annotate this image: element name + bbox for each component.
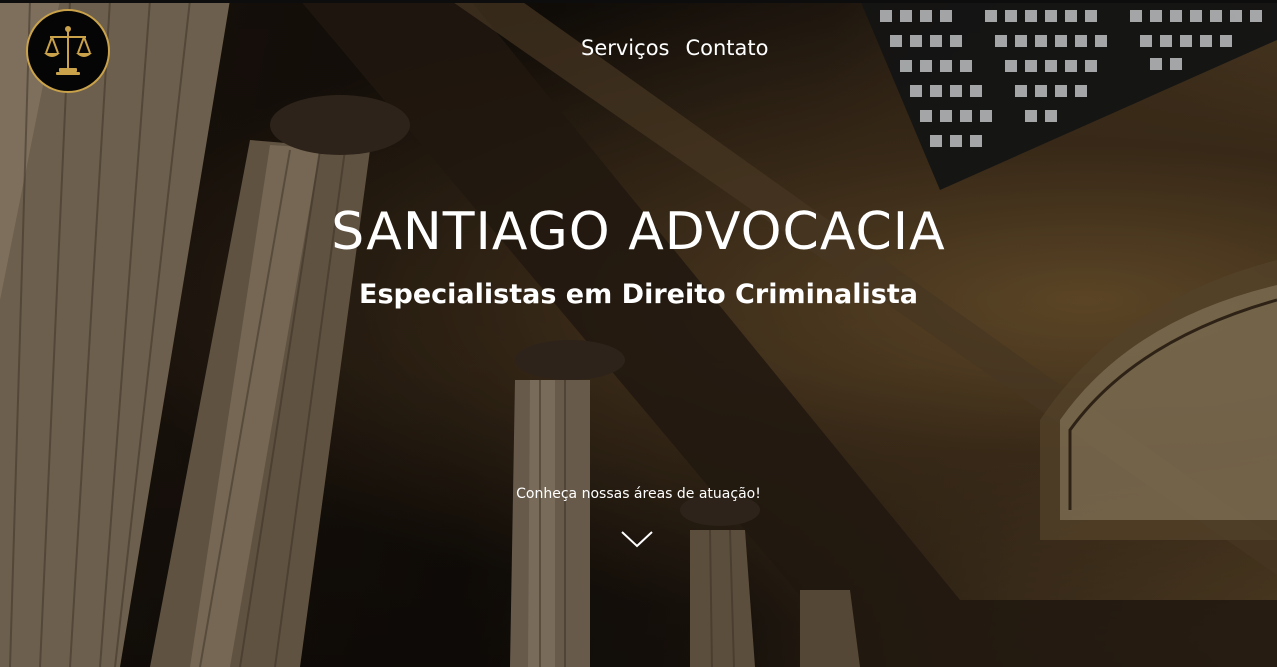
top-border xyxy=(0,0,1277,3)
nav-item-servicos[interactable]: Serviços xyxy=(581,36,669,60)
page-title: SANTIAGO ADVOCACIA xyxy=(331,202,946,262)
page-subtitle: Especialistas em Direito Criminalista xyxy=(359,279,918,310)
hero-section: Serviços Contato SANTIAGO ADVOCACIA Espe… xyxy=(0,0,1277,667)
courthouse-background-image xyxy=(0,0,1277,667)
cta-text: Conheça nossas áreas de atuação! xyxy=(516,486,761,502)
main-nav: Serviços Contato xyxy=(581,36,769,60)
logo[interactable] xyxy=(26,9,110,93)
chevron-down-icon[interactable] xyxy=(620,528,654,550)
scales-of-justice-icon xyxy=(44,26,92,75)
nav-item-contato[interactable]: Contato xyxy=(685,36,768,60)
